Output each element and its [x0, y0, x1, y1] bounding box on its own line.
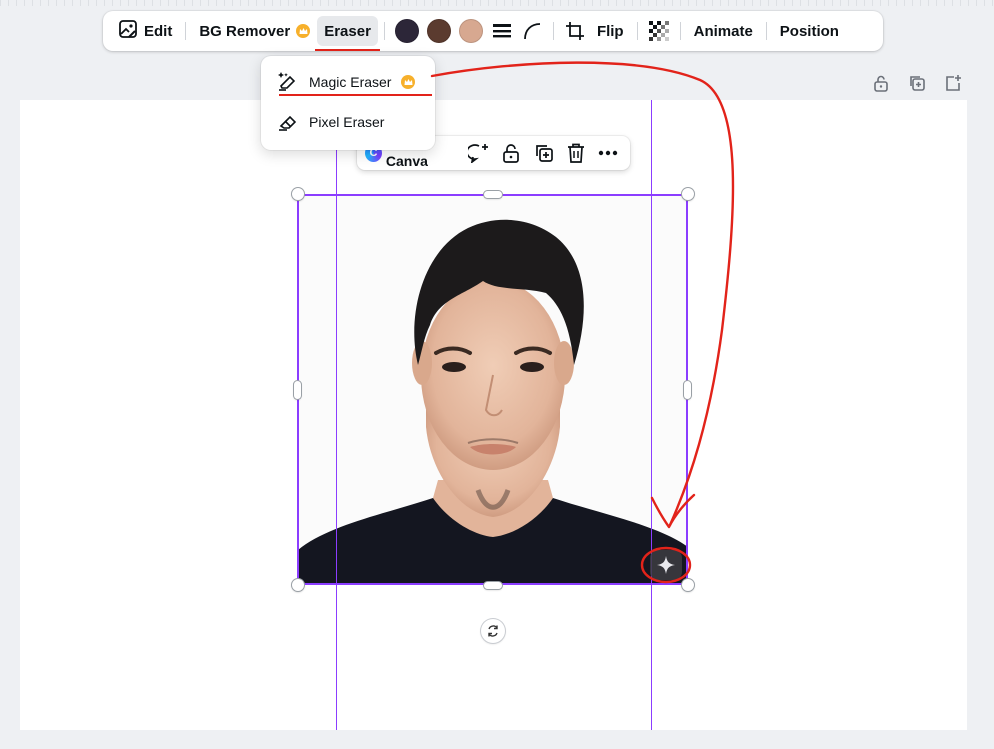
eraser-icon — [277, 111, 299, 134]
color-swatch-brown[interactable] — [426, 19, 451, 43]
ruler — [0, 0, 994, 6]
flip-button[interactable]: Flip — [590, 16, 631, 46]
magic-eraser-label: Magic Eraser — [309, 74, 392, 90]
comment-add-icon[interactable] — [465, 139, 493, 167]
divider — [552, 22, 554, 40]
more-icon[interactable] — [594, 139, 622, 167]
bg-remover-button[interactable]: BG Remover — [192, 16, 317, 46]
magic-eraser-icon — [277, 71, 299, 94]
bg-remover-label: BG Remover — [199, 22, 291, 40]
rotate-icon — [488, 625, 498, 637]
border-style-icon[interactable] — [487, 16, 517, 46]
add-page-icon[interactable] — [940, 70, 965, 95]
menu-item-pixel-eraser[interactable]: Pixel Eraser — [273, 105, 423, 139]
lock-icon[interactable] — [868, 70, 893, 95]
color-swatch-skin[interactable] — [458, 19, 483, 43]
divider — [383, 22, 385, 40]
crown-icon — [296, 24, 311, 38]
eraser-label: Eraser — [324, 22, 371, 40]
image-toolbar: Edit BG Remover Eraser Flip Animate Posi… — [103, 11, 883, 51]
resize-handle-right[interactable] — [684, 381, 691, 399]
portrait-photo[interactable] — [298, 195, 688, 585]
resize-handle-top-left[interactable] — [292, 188, 304, 200]
resize-handle-top[interactable] — [484, 191, 502, 198]
transparency-icon[interactable] — [644, 16, 674, 46]
page-actions — [868, 70, 965, 95]
resize-handle-bottom-left[interactable] — [292, 579, 304, 591]
animate-label: Animate — [693, 22, 753, 40]
position-button[interactable]: Position — [773, 16, 846, 46]
trash-icon[interactable] — [562, 139, 590, 167]
sparkle-icon — [657, 556, 675, 574]
divider — [636, 22, 638, 40]
color-swatch-dark[interactable] — [394, 19, 419, 43]
divider — [765, 22, 767, 40]
resize-handle-bottom-right[interactable] — [682, 579, 694, 591]
flip-label: Flip — [596, 22, 624, 40]
crown-icon — [401, 75, 416, 89]
magic-edit-button[interactable] — [650, 550, 682, 580]
position-label: Position — [779, 22, 839, 40]
corner-rounding-icon[interactable] — [517, 16, 547, 46]
edit-label: Edit — [144, 22, 173, 40]
pixel-eraser-label: Pixel Eraser — [309, 114, 385, 130]
edit-button[interactable]: Edit — [111, 16, 179, 46]
alignment-guide-left — [336, 100, 337, 730]
resize-handle-left[interactable] — [294, 381, 301, 399]
annotation-underline — [279, 94, 432, 96]
divider — [185, 22, 187, 40]
animate-button[interactable]: Animate — [687, 16, 760, 46]
alignment-guide-right — [651, 100, 652, 730]
eraser-button[interactable]: Eraser — [315, 16, 380, 51]
resize-handle-bottom[interactable] — [484, 582, 502, 589]
duplicate-page-icon[interactable] — [904, 70, 929, 95]
divider — [679, 22, 681, 40]
image-edit-icon — [118, 19, 138, 43]
crop-icon[interactable] — [560, 16, 590, 46]
lock-icon[interactable] — [497, 139, 525, 167]
duplicate-icon[interactable] — [529, 139, 557, 167]
eraser-menu: Magic Eraser Pixel Eraser — [261, 56, 435, 150]
rotate-handle[interactable] — [481, 619, 505, 643]
resize-handle-top-right[interactable] — [682, 188, 694, 200]
